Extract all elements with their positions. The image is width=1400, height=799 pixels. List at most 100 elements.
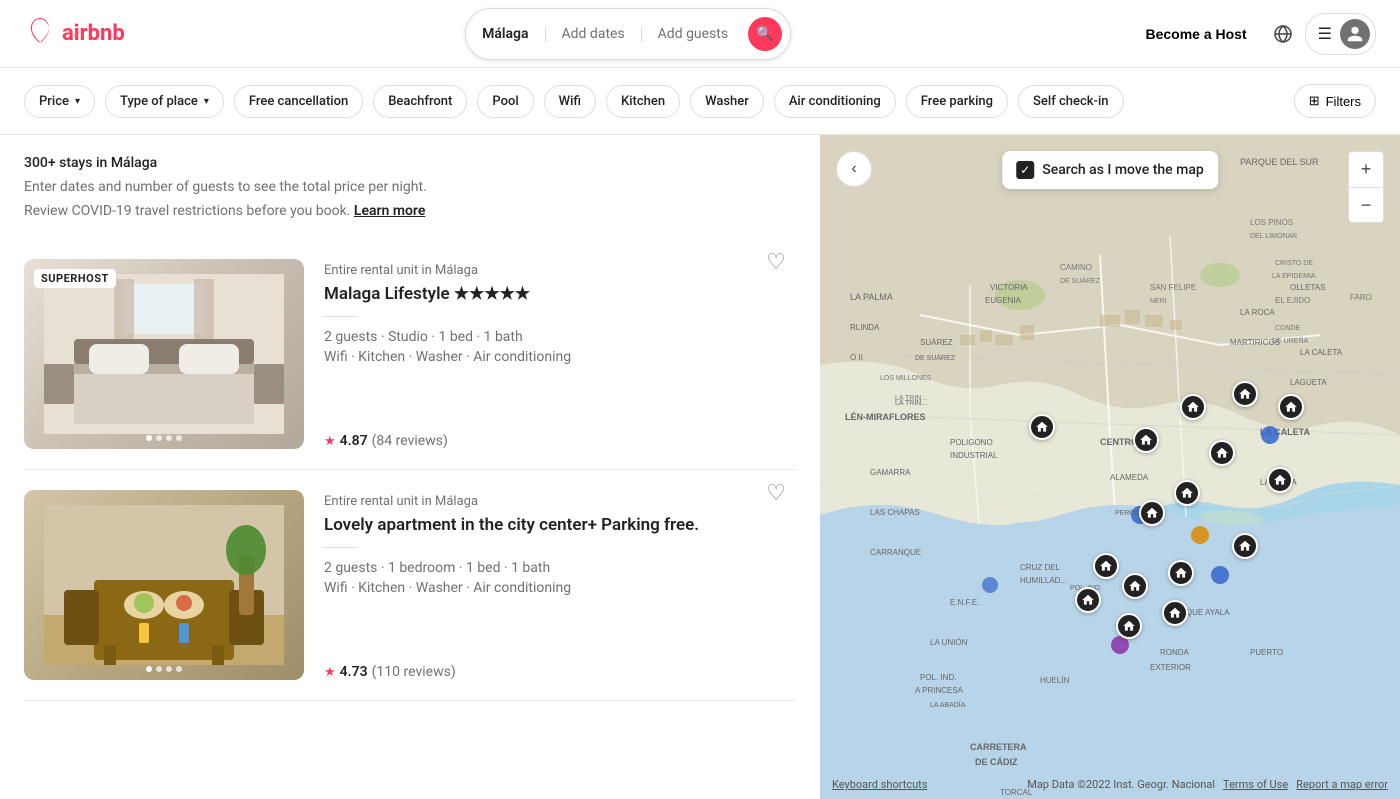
map-marker[interactable] (1209, 440, 1235, 466)
map-marker[interactable] (1232, 381, 1258, 407)
svg-text:CONDE: CONDE (1275, 325, 1301, 332)
report-map-error[interactable]: Report a map error (1296, 778, 1388, 791)
filter-kitchen[interactable]: Kitchen (606, 85, 680, 118)
listing-details-2: ♡ Entire rental unit in Málaga Lovely ap… (324, 490, 796, 680)
map-marker[interactable] (1093, 553, 1119, 579)
svg-text:SAN FELIPE: SAN FELIPE (1150, 283, 1196, 292)
terms-of-use[interactable]: Terms of Use (1223, 778, 1288, 791)
filters-button[interactable]: ⊞ Filters (1294, 84, 1376, 118)
map-marker[interactable] (1232, 533, 1258, 559)
type-of-place-label: Type of place (120, 94, 198, 109)
filters-icon: ⊞ (1309, 93, 1320, 109)
image-dots (146, 435, 182, 441)
map-search-toggle[interactable]: ✓ Search as I move the map (1002, 151, 1218, 189)
listing-card[interactable]: SUPERHOST (24, 239, 796, 470)
listing-card[interactable]: ♡ Entire rental unit in Málaga Lovely ap… (24, 470, 796, 701)
listing-amenities-2: Wifi · Kitchen · Washer · Air conditioni… (324, 580, 796, 596)
price-label: Price (39, 94, 69, 109)
learn-more-link[interactable]: Learn more (354, 203, 425, 219)
listing-title-2: Lovely apartment in the city center+ Par… (324, 515, 796, 535)
map-marker[interactable] (1174, 480, 1200, 506)
map-marker[interactable] (1267, 467, 1293, 493)
svg-text:EL EJIDO: EL EJIDO (1275, 296, 1310, 305)
map-marker[interactable] (1278, 394, 1304, 420)
svg-text:CARRANQUE: CARRANQUE (870, 548, 921, 557)
rating-count-2: (110 reviews) (372, 664, 456, 680)
map-marker[interactable] (1116, 613, 1142, 639)
listing-amenities: Wifi · Kitchen · Washer · Air conditioni… (324, 349, 796, 365)
filter-type-of-place[interactable]: Type of place ▾ (105, 85, 224, 118)
filter-washer[interactable]: Washer (690, 85, 764, 118)
listing-image-dining (24, 490, 304, 680)
map-background: LA PALMA RLINDA O II LÉN-MIRAFLORES VICT… (820, 135, 1400, 799)
svg-text:LOS MILLONES: LOS MILLONES (880, 375, 932, 382)
filter-free-parking[interactable]: Free parking (906, 85, 1008, 118)
dot-4 (176, 435, 182, 441)
map-area: LA PALMA RLINDA O II LÉN-MIRAFLORES VICT… (820, 135, 1400, 799)
svg-text:POL. IND.: POL. IND. (920, 673, 956, 682)
filter-pool[interactable]: Pool (477, 85, 533, 118)
map-marker[interactable] (1075, 587, 1101, 613)
map-marker[interactable] (1162, 600, 1188, 626)
svg-text:PUERTO: PUERTO (1250, 648, 1283, 657)
filter-free-cancellation[interactable]: Free cancellation (234, 85, 363, 118)
type-chevron-icon: ▾ (204, 96, 209, 107)
map-keyboard-shortcuts[interactable]: Keyboard shortcuts (832, 778, 927, 791)
map-footer-right: Map Data ©2022 Inst. Geogr. Nacional Ter… (1027, 778, 1388, 791)
results-hint: Enter dates and number of guests to see … (24, 179, 796, 195)
beachfront-label: Beachfront (388, 94, 452, 109)
search-bar[interactable]: Málaga Add dates Add guests 🔍 (465, 8, 791, 60)
svg-text:PARQUE DEL SUR: PARQUE DEL SUR (1240, 157, 1319, 167)
dot-3 (166, 666, 172, 672)
svg-text:DE UREÑA: DE UREÑA (1272, 336, 1309, 345)
search-button[interactable]: 🔍 (748, 17, 782, 51)
self-check-in-label: Self check-in (1033, 94, 1108, 109)
svg-text:LAS CHAPAS: LAS CHAPAS (870, 508, 920, 517)
map-marker[interactable] (1168, 560, 1194, 586)
search-guests[interactable]: Add guests (642, 26, 744, 42)
kitchen-label: Kitchen (621, 94, 665, 109)
filter-self-check-in[interactable]: Self check-in (1018, 85, 1123, 118)
map-back-button[interactable]: ‹ (836, 151, 872, 187)
superhost-badge: SUPERHOST (34, 269, 116, 288)
search-location[interactable]: Málaga (482, 26, 545, 42)
covid-notice: Review COVID-19 travel restrictions befo… (24, 203, 796, 219)
star-icon-2: ★ (324, 665, 336, 680)
zoom-in-button[interactable]: + (1348, 151, 1384, 187)
filter-beachfront[interactable]: Beachfront (373, 85, 467, 118)
map-marker[interactable] (1029, 414, 1055, 440)
svg-text:A PRINCESA: A PRINCESA (915, 686, 964, 695)
menu-user-wrap[interactable]: ☰ (1305, 13, 1376, 55)
listing-title: Malaga Lifestyle ★★★★★ (324, 284, 796, 304)
rating-value-2: 4.73 (340, 664, 368, 680)
svg-text:LA PALMA: LA PALMA (850, 292, 893, 302)
free-parking-label: Free parking (921, 94, 993, 109)
filter-wifi[interactable]: Wifi (544, 85, 596, 118)
logo[interactable]: airbnb (24, 18, 125, 50)
pool-label: Pool (492, 94, 518, 109)
filters-label: Filters (1326, 94, 1361, 109)
svg-text:HUMILLAD...: HUMILLAD... (1020, 576, 1067, 585)
zoom-out-button[interactable]: − (1348, 187, 1384, 223)
svg-text:LA CALETA: LA CALETA (1300, 348, 1343, 357)
wishlist-button-1[interactable]: ♡ (766, 249, 786, 275)
filter-price[interactable]: Price ▾ (24, 85, 95, 118)
map-marker[interactable] (1139, 500, 1165, 526)
search-dates[interactable]: Add dates (546, 26, 642, 42)
globe-icon[interactable] (1273, 24, 1293, 44)
search-toggle-label: Search as I move the map (1042, 162, 1204, 178)
listing-guests-2: 2 guests · 1 bedroom · 1 bed · 1 bath (324, 560, 796, 576)
svg-text:FARO: FARO (1350, 293, 1372, 302)
wishlist-button-2[interactable]: ♡ (766, 480, 786, 506)
svg-text:EUGENIA: EUGENIA (985, 296, 1022, 305)
filter-air-conditioning[interactable]: Air conditioning (774, 85, 896, 118)
listing-type-2: Entire rental unit in Málaga (324, 494, 796, 509)
map-marker[interactable] (1122, 573, 1148, 599)
become-host-button[interactable]: Become a Host (1131, 16, 1260, 52)
rating-count: (84 reviews) (372, 433, 448, 449)
svg-text:LA ABADÍA: LA ABADÍA (930, 700, 966, 709)
map-marker[interactable] (1180, 394, 1206, 420)
svg-text:LOS PINOS: LOS PINOS (1250, 218, 1293, 227)
map-controls: + − (1348, 151, 1384, 223)
svg-text:OLLETAS: OLLETAS (1290, 283, 1325, 292)
